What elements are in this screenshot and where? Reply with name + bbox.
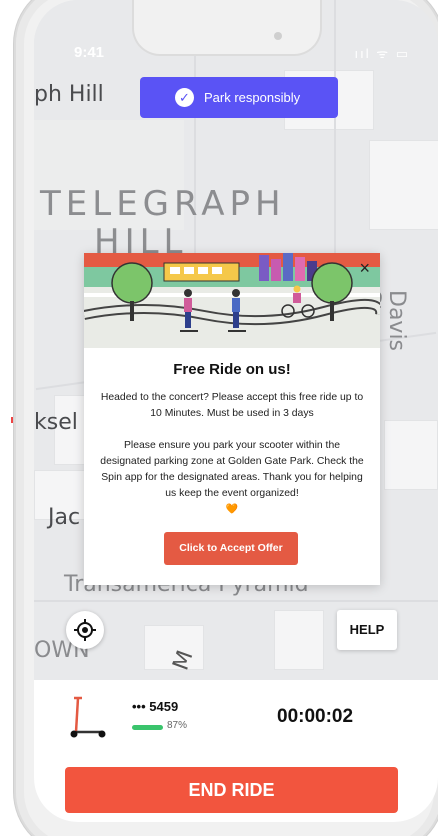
- status-time: 9:41: [74, 44, 105, 61]
- map-road: [334, 0, 336, 260]
- accept-offer-button[interactable]: Click to Accept Offer: [164, 532, 298, 565]
- battery-bar: [132, 725, 163, 730]
- ride-panel: ••• 5459 87% 00:00:02 END RIDE: [34, 680, 438, 822]
- free-ride-modal: × Free Ride on us! Headed to the concert…: [84, 253, 380, 585]
- modal-paragraph-offer: Headed to the concert? Please accept thi…: [100, 392, 364, 419]
- status-icons: ııl ᯤ ▭: [354, 46, 410, 61]
- crosshair-icon: [74, 619, 96, 641]
- modal-body: Headed to the concert? Please accept thi…: [100, 390, 364, 518]
- map-label-hill: ph Hill: [34, 82, 104, 107]
- modal-title: Free Ride on us!: [173, 361, 291, 378]
- map-block: [274, 610, 324, 670]
- map-block: [384, 420, 438, 490]
- scooter-icon: [70, 696, 106, 738]
- map-road: [34, 600, 438, 602]
- phone-notch: [132, 0, 322, 56]
- park-banner-label: Park responsibly: [204, 90, 301, 105]
- close-icon[interactable]: ×: [359, 259, 370, 277]
- check-icon: ✓: [175, 88, 194, 107]
- map-block: [369, 140, 438, 230]
- heart-icon: 🧡: [225, 504, 239, 515]
- park-responsibly-banner[interactable]: ✓ Park responsibly: [140, 77, 338, 118]
- scooter-id: ••• 5459: [132, 699, 179, 714]
- map-label-jac: Jac: [48, 505, 81, 530]
- locate-me-button[interactable]: [66, 611, 104, 649]
- modal-paragraph-parking: Please ensure you park your scooter with…: [100, 440, 364, 499]
- map-label-ksel: ksel: [34, 410, 78, 435]
- map-label-telegraph: TELEGRAPH: [40, 184, 286, 224]
- end-ride-button[interactable]: END RIDE: [65, 767, 398, 813]
- app-screen: ph Hill TELEGRAPH HILL Davis St ksel Jac…: [34, 0, 438, 822]
- camera-icon: [274, 32, 282, 40]
- ride-timer: 00:00:02: [277, 706, 354, 727]
- promo-illustration: ×: [84, 253, 380, 348]
- battery-percent: 87%: [167, 720, 188, 731]
- help-button[interactable]: HELP: [337, 610, 397, 650]
- promo-illustration-art: [84, 253, 380, 348]
